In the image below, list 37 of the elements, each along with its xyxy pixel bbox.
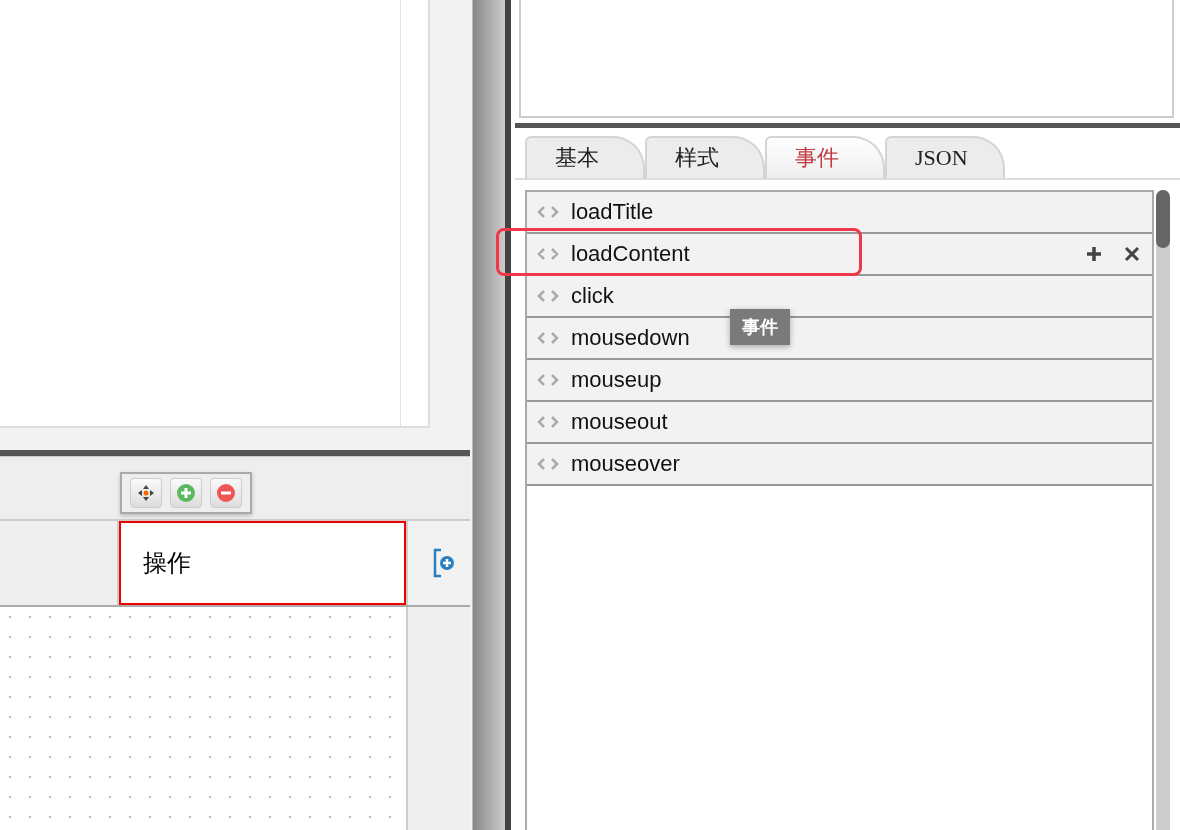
tab[interactable]: 事件 bbox=[765, 136, 885, 178]
event-name: click bbox=[571, 283, 614, 309]
event-name: loadTitle bbox=[571, 199, 654, 225]
event-item[interactable]: loadTitle bbox=[527, 192, 1152, 234]
code-icon bbox=[537, 290, 559, 302]
splitter-handle[interactable] bbox=[470, 0, 505, 830]
plus-icon[interactable] bbox=[1086, 246, 1102, 262]
event-name: mouseout bbox=[571, 409, 668, 435]
move-button[interactable] bbox=[130, 478, 162, 508]
tab[interactable]: 基本 bbox=[525, 136, 645, 178]
code-icon bbox=[537, 206, 559, 218]
plus-icon bbox=[176, 483, 196, 503]
event-name: loadContent bbox=[571, 241, 690, 267]
minus-icon bbox=[216, 483, 236, 503]
tab[interactable]: JSON bbox=[885, 136, 1005, 178]
remove-button[interactable] bbox=[210, 478, 242, 508]
code-icon bbox=[537, 248, 559, 260]
event-item[interactable]: mouseout bbox=[527, 402, 1152, 444]
code-icon bbox=[537, 458, 559, 470]
code-icon bbox=[537, 332, 559, 344]
column-header: 操作 bbox=[119, 521, 406, 605]
code-icon bbox=[537, 416, 559, 428]
add-button[interactable] bbox=[170, 478, 202, 508]
close-icon[interactable] bbox=[1124, 246, 1140, 262]
add-column-icon[interactable] bbox=[432, 548, 456, 578]
move-icon bbox=[136, 483, 156, 503]
code-icon bbox=[537, 374, 559, 386]
scrollbar[interactable] bbox=[1156, 190, 1170, 830]
event-name: mouseover bbox=[571, 451, 680, 477]
event-name: mousedown bbox=[571, 325, 690, 351]
tab[interactable]: 样式 bbox=[645, 136, 765, 178]
tooltip: 事件 bbox=[730, 309, 790, 345]
event-item[interactable]: click bbox=[527, 276, 1152, 318]
event-item[interactable]: mouseover bbox=[527, 444, 1152, 486]
event-item[interactable]: loadContent bbox=[527, 234, 1152, 276]
event-name: mouseup bbox=[571, 367, 662, 393]
event-item[interactable]: mouseup bbox=[527, 360, 1152, 402]
